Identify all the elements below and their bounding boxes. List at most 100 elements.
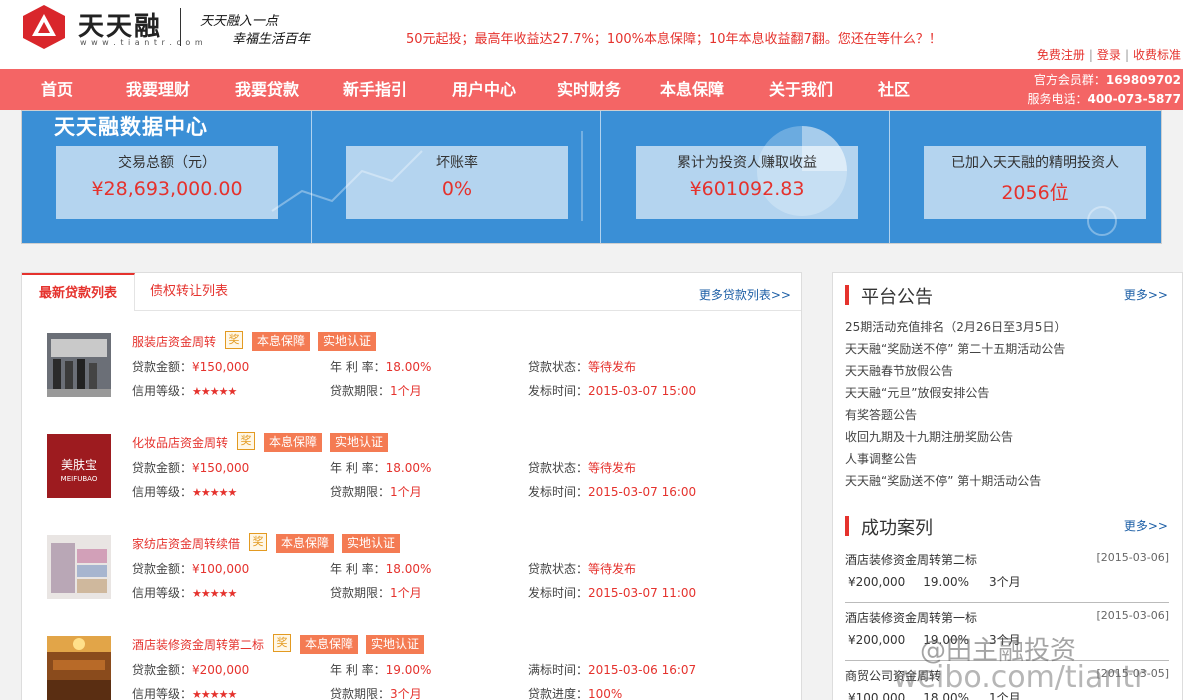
loan-status: 贷款状态：等待发布 xyxy=(528,360,637,374)
column-divider xyxy=(311,111,312,243)
notice-item[interactable]: 人事调整公告 xyxy=(845,450,917,467)
logo-icon[interactable] xyxy=(22,4,66,50)
loan-rate: 年 利 率：19.00% xyxy=(330,663,432,677)
bonus-badge: 奖 xyxy=(273,634,291,652)
bonus-badge: 奖 xyxy=(249,533,267,551)
case-title[interactable]: 酒店装修资金周转第一标 xyxy=(845,609,977,626)
loan-item[interactable]: 酒店装修资金周转第二标 奖 本息保障 实地认证 贷款金额：¥200,000 年 … xyxy=(22,634,801,700)
notice-item[interactable]: 收回九期及十九期注册奖励公告 xyxy=(845,428,1013,445)
notice-item[interactable]: 天天融春节放假公告 xyxy=(845,362,953,379)
login-link[interactable]: 登录 xyxy=(1097,48,1121,62)
verified-badge: 实地认证 xyxy=(342,534,401,553)
nav-home[interactable]: 首页 xyxy=(41,69,73,110)
notice-item[interactable]: 天天融“奖励送不停” 第二十五期活动公告 xyxy=(845,340,1065,357)
guarantee-badge: 本息保障 xyxy=(264,433,323,452)
publish-time: 发标时间：2015-03-07 15:00 xyxy=(528,384,697,398)
case-item[interactable]: 酒店装修资金周转第二标 [2015-03-06] ¥200,000 19.00% 3… xyxy=(845,551,1169,603)
tab-latest-loans[interactable]: 最新贷款列表 xyxy=(22,273,135,311)
nav-about[interactable]: 关于我们 xyxy=(769,69,833,110)
stat-total-volume: 交易总额（元） ¥28,693,000.00 xyxy=(56,146,278,219)
case-values: ¥200,000 19.00% 3个月 xyxy=(848,575,1021,589)
header-accent-bar xyxy=(845,516,849,536)
tab-debt-transfer[interactable]: 债权转让列表 xyxy=(150,273,228,311)
nav-invest[interactable]: 我要理财 xyxy=(126,69,190,110)
loan-thumbnail[interactable] xyxy=(47,333,111,397)
guarantee-badge: 本息保障 xyxy=(276,534,335,553)
logo-divider xyxy=(180,8,181,46)
more-loans-link[interactable]: 更多贷款列表>> xyxy=(699,286,791,303)
loan-rate: 年 利 率：18.00% xyxy=(330,562,432,576)
textile-store-image xyxy=(47,535,111,599)
loan-rate: 年 利 率：18.00% xyxy=(330,360,432,374)
bonus-badge: 奖 xyxy=(237,432,255,450)
loan-item[interactable]: 服装店资金周转 奖 本息保障 实地认证 贷款金额：¥150,000 年 利 率：… xyxy=(22,331,801,423)
loan-amount: 贷款金额：¥150,000 xyxy=(132,360,250,374)
guarantee-badge: 本息保障 xyxy=(252,332,311,351)
promo-text: 50元起投；最高年收益达27.7%；100%本息保障；10年本息收益翻7翻。您还… xyxy=(406,32,942,47)
loan-term: 贷款期限：1个月 xyxy=(330,485,422,499)
nav-guarantee[interactable]: 本息保障 xyxy=(660,69,724,110)
case-date: [2015-03-06] xyxy=(1096,609,1169,622)
notice-title: 平台公告 xyxy=(861,287,933,308)
service-phone: 服务电话：400-073-5877 xyxy=(1027,92,1181,106)
case-title[interactable]: 酒店装修资金周转第二标 xyxy=(845,551,977,568)
stat-bad-debt-rate: 坏账率 0% xyxy=(346,146,568,219)
loan-thumbnail[interactable] xyxy=(47,535,111,599)
divider: | xyxy=(1088,48,1093,62)
notice-item[interactable]: 天天融“奖励送不停” 第十期活动公告 xyxy=(845,472,1041,489)
more-notices-link[interactable]: 更多>> xyxy=(1124,286,1168,303)
column-divider xyxy=(600,111,601,243)
stat-investor-earnings: 累计为投资人赚取收益 ¥601092.83 xyxy=(636,146,858,219)
notice-item[interactable]: 25期活动充值排名（2月26日至3月5日） xyxy=(845,318,1066,335)
loan-rate: 年 利 率：18.00% xyxy=(330,461,432,475)
hotel-image xyxy=(47,636,111,700)
site-header: 天天融 w w w . t i a n t r . c o m 天天融入一点 幸… xyxy=(0,0,1183,69)
loan-amount: 贷款金额：¥200,000 xyxy=(132,663,250,677)
loan-term: 贷款期限：1个月 xyxy=(330,384,422,398)
nav-community[interactable]: 社区 xyxy=(878,69,910,110)
loan-item[interactable]: 家纺店资金周转续借 奖 本息保障 实地认证 贷款金额：¥100,000 年 利 … xyxy=(22,533,801,625)
publish-time: 发标时间：2015-03-07 16:00 xyxy=(528,485,697,499)
fees-link[interactable]: 收费标准 xyxy=(1133,48,1181,62)
divider: | xyxy=(1124,48,1129,62)
loan-title[interactable]: 化妆品店资金周转 xyxy=(132,434,228,451)
data-center-title: 天天融数据中心 xyxy=(54,115,208,139)
bonus-badge: 奖 xyxy=(225,331,243,349)
loan-thumbnail[interactable] xyxy=(47,636,111,700)
loan-tabs: 最新贷款列表 债权转让列表 更多贷款列表>> xyxy=(22,273,801,311)
more-cases-link[interactable]: 更多>> xyxy=(1124,517,1168,534)
nav-guide[interactable]: 新手指引 xyxy=(343,69,407,110)
brand-url: w w w . t i a n t r . c o m xyxy=(80,38,204,47)
header-accent-bar xyxy=(845,285,849,305)
credit-rating: 信用等级：★★★★★ xyxy=(132,485,237,499)
top-links: 免费注册 | 登录 | 收费标准 xyxy=(1037,46,1181,63)
rating-stars-icon: ★★★★★ xyxy=(192,688,237,700)
loan-item[interactable]: 美肤宝 MEIFUBAO 化妆品店资金周转 奖 本息保障 实地认证 贷款金额：¥… xyxy=(22,432,801,524)
loan-term: 贷款期限：1个月 xyxy=(330,586,422,600)
contact-info: 官方会员群：169809702 服务电话：400-073-5877 xyxy=(1028,71,1181,109)
verified-badge: 实地认证 xyxy=(330,433,389,452)
cases-title: 成功案列 xyxy=(861,518,933,539)
nav-loan[interactable]: 我要贷款 xyxy=(235,69,299,110)
thumbnail-brand: 美肤宝 xyxy=(60,458,97,472)
loan-status: 贷款状态：等待发布 xyxy=(528,562,637,576)
notice-item[interactable]: 有奖答题公告 xyxy=(845,406,917,423)
slogan-line2: 幸福生活百年 xyxy=(232,32,311,47)
publish-time: 发标时间：2015-03-07 11:00 xyxy=(528,586,697,600)
main-nav: 首页 我要理财 我要贷款 新手指引 用户中心 实时财务 本息保障 关于我们 社区… xyxy=(0,69,1183,110)
nav-finance[interactable]: 实时财务 xyxy=(557,69,621,110)
verified-badge: 实地认证 xyxy=(366,635,425,654)
loan-title[interactable]: 家纺店资金周转续借 xyxy=(132,535,240,552)
member-group: 官方会员群：169809702 xyxy=(1033,73,1181,87)
notice-item[interactable]: 天天融“元旦”放假安排公告 xyxy=(845,384,989,401)
rating-stars-icon: ★★★★★ xyxy=(192,486,237,499)
loan-title[interactable]: 服装店资金周转 xyxy=(132,333,216,350)
loan-title[interactable]: 酒店装修资金周转第二标 xyxy=(132,636,264,653)
loan-thumbnail[interactable]: 美肤宝 MEIFUBAO xyxy=(47,434,111,498)
loan-list-panel: 最新贷款列表 债权转让列表 更多贷款列表>> 服装店资金周转 奖 本息保障 实地… xyxy=(21,272,802,700)
thumbnail-brand-sub: MEIFUBAO xyxy=(60,475,98,483)
loan-progress: 贷款进度：100% xyxy=(528,687,623,700)
register-link[interactable]: 免费注册 xyxy=(1037,48,1085,62)
nav-user-center[interactable]: 用户中心 xyxy=(452,69,516,110)
weibo-url-watermark: weibo.com/tiantr xyxy=(893,660,1147,695)
